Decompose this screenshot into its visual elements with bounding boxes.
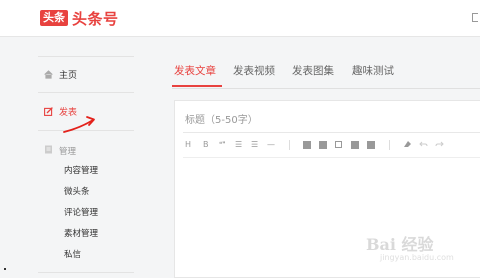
- heading-button[interactable]: H: [185, 139, 191, 151]
- bullet-list-button[interactable]: ☰: [235, 139, 242, 151]
- sidebar: 主页 发表 管理 内容管理 微头条 评论管理 素材管理 私信: [32, 36, 134, 276]
- tab-quiz[interactable]: 趣味测试: [352, 63, 394, 78]
- video-icon[interactable]: [335, 141, 342, 148]
- editor-toolbar: H B ❝❞ ☰ ☰ —: [185, 139, 480, 151]
- baidu-watermark: Bai 经验 jingyan.baidu.com: [366, 231, 478, 269]
- watermark-url: jingyan.baidu.com: [380, 253, 454, 262]
- sidebar-sub-assets[interactable]: 素材管理: [64, 227, 98, 239]
- numbered-list-button[interactable]: ☰: [251, 139, 258, 151]
- divider-button[interactable]: —: [267, 139, 275, 151]
- sidebar-item-home[interactable]: 主页: [44, 68, 77, 81]
- top-right-icon[interactable]: [472, 13, 478, 22]
- redo-icon[interactable]: [435, 139, 444, 153]
- home-icon: [44, 70, 53, 79]
- corner-dot: [4, 268, 6, 270]
- document-icon: [44, 145, 53, 157]
- tab-video[interactable]: 发表视频: [233, 63, 275, 78]
- sidebar-group-manage[interactable]: 管理: [44, 145, 76, 157]
- logo-badge: 头条: [40, 10, 68, 26]
- editor-divider: [183, 132, 480, 133]
- sidebar-item-label: 发表: [59, 108, 78, 118]
- sidebar-sub-weitoutiao[interactable]: 微头条: [64, 185, 90, 197]
- toolbar-separator: [289, 140, 290, 150]
- gallery-icon[interactable]: [319, 141, 327, 149]
- quote-button[interactable]: ❝❞: [219, 139, 225, 151]
- logo[interactable]: 头条 头条号: [40, 9, 119, 28]
- sidebar-item-publish[interactable]: 发表: [44, 105, 77, 118]
- clear-format-icon[interactable]: [403, 139, 412, 153]
- sidebar-item-label: 主页: [59, 71, 78, 81]
- sidebar-divider: [38, 130, 134, 131]
- active-tab-indicator: [172, 85, 222, 87]
- bold-button[interactable]: B: [203, 139, 209, 151]
- logo-text: 头条号: [72, 9, 119, 28]
- toolbar-separator: [389, 140, 390, 150]
- tab-gallery[interactable]: 发表图集: [292, 63, 334, 78]
- top-bar: 头条 头条号: [0, 0, 480, 37]
- tab-article[interactable]: 发表文章: [174, 63, 216, 78]
- watermark-text: Bai 经验: [366, 235, 434, 254]
- vote-icon[interactable]: [367, 141, 375, 149]
- undo-icon[interactable]: [419, 139, 428, 153]
- sidebar-group-label: 管理: [59, 147, 77, 157]
- publish-tabs: 发表文章 发表视频 发表图集 趣味测试: [172, 52, 480, 89]
- sidebar-sub-content[interactable]: 内容管理: [64, 164, 98, 176]
- sidebar-divider: [38, 92, 134, 93]
- toolbar-bottom-border: [183, 157, 480, 158]
- sidebar-sub-messages[interactable]: 私信: [64, 248, 81, 260]
- sidebar-divider: [38, 272, 134, 273]
- image-icon[interactable]: [303, 141, 311, 149]
- sidebar-sub-comments[interactable]: 评论管理: [64, 206, 98, 218]
- title-input[interactable]: 标题（5-50字）: [185, 111, 258, 126]
- audio-icon[interactable]: [351, 141, 359, 149]
- sidebar-divider: [38, 56, 134, 57]
- edit-icon: [44, 107, 53, 116]
